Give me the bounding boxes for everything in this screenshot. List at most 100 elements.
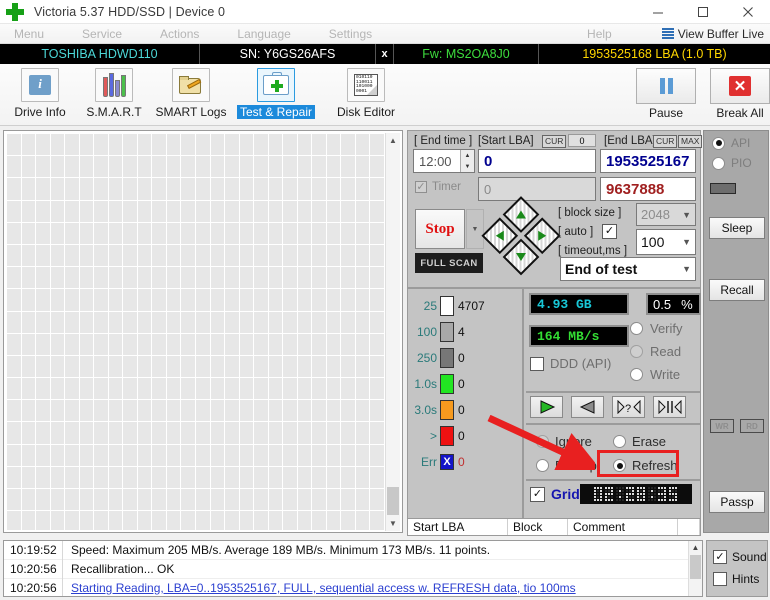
menu-item-menu[interactable]: Menu (6, 27, 52, 41)
end-lba-max-tag[interactable]: MAX (678, 135, 703, 148)
auto-checkbox[interactable] (602, 224, 617, 239)
map-cell (239, 333, 254, 355)
wr-button[interactable]: WR (710, 419, 734, 433)
ddd-api-row[interactable]: DDD (API) (530, 356, 611, 371)
scroll-down-icon[interactable]: ▼ (386, 516, 400, 531)
log-scrollbar[interactable]: ▲ (688, 541, 702, 596)
surface-map-grid[interactable] (7, 134, 384, 530)
column-start-lba[interactable]: Start LBA (408, 519, 508, 535)
tab-test-and-repair[interactable]: Test & Repair (236, 68, 316, 124)
tab-test-and-repair-label: Test & Repair (236, 105, 316, 119)
sound-checkbox[interactable] (713, 550, 727, 564)
column-block[interactable]: Block (508, 519, 568, 535)
end-time-up-icon[interactable]: ▲ (461, 150, 474, 161)
recall-button[interactable]: Recall (709, 279, 765, 301)
close-icon[interactable] (725, 0, 770, 24)
recall-button-label: Recall (720, 283, 754, 297)
map-cell (79, 311, 94, 333)
action-erase-radio[interactable] (613, 435, 626, 448)
action-remap-row[interactable]: Remap (536, 458, 597, 473)
menu-item-settings[interactable]: Settings (321, 27, 380, 41)
tab-disk-editor[interactable]: 010110 110011 101000 0001 Disk Editor (330, 68, 402, 124)
rd-button[interactable]: RD (740, 419, 764, 433)
mode-read-row[interactable]: Read (630, 344, 681, 359)
maximize-icon[interactable] (680, 0, 725, 24)
pause-button[interactable]: Pause (630, 68, 702, 124)
tab-smart-logs[interactable]: SMART Logs (155, 68, 227, 124)
view-buffer-live-button[interactable]: View Buffer Live (661, 27, 770, 41)
random-scan-button[interactable]: ? (612, 396, 645, 418)
api-radio-row[interactable]: API (712, 136, 750, 150)
sound-checkbox-row[interactable]: Sound (713, 546, 767, 568)
start-lba-cur-tag[interactable]: CUR (542, 135, 567, 148)
column-comment[interactable]: Comment (568, 519, 678, 535)
mode-read-radio[interactable] (630, 345, 643, 358)
play-forward-button[interactable] (530, 396, 563, 418)
action-erase-row[interactable]: Erase (613, 434, 666, 449)
action-ignore-radio[interactable] (536, 435, 549, 448)
sleep-button[interactable]: Sleep (709, 217, 765, 239)
mode-verify-row[interactable]: Verify (630, 321, 683, 336)
butterfly-scan-button[interactable] (653, 396, 686, 418)
grid-checkbox[interactable] (530, 486, 545, 502)
mode-verify-radio[interactable] (630, 322, 643, 335)
timer-checkbox[interactable] (415, 181, 427, 193)
scrollbar-thumb[interactable] (387, 487, 399, 515)
end-time-value[interactable]: 12:00 (414, 154, 460, 169)
log-row[interactable]: 10:19:52 Speed: Maximum 205 MB/s. Average… (4, 541, 702, 560)
hints-checkbox[interactable] (713, 572, 727, 586)
log-message[interactable]: Starting Reading, LBA=0..1953525167, FUL… (63, 581, 576, 595)
map-cell (341, 200, 355, 222)
log-scroll-up-icon[interactable]: ▲ (689, 541, 702, 554)
timer-checkbox-row[interactable]: Timer (415, 181, 461, 193)
menu-item-actions[interactable]: Actions (152, 27, 207, 41)
menu-item-language[interactable]: Language (229, 27, 298, 41)
stop-button[interactable]: Stop (415, 209, 465, 249)
action-ignore-row[interactable]: Ignore (536, 434, 592, 449)
surface-map-scrollbar[interactable]: ▲ ▼ (385, 133, 400, 531)
end-lba-second-input[interactable]: 9637888 (600, 177, 696, 201)
end-lba-cur-tag[interactable]: CUR (653, 135, 678, 148)
ddd-api-checkbox[interactable] (530, 356, 544, 371)
play-backward-button[interactable] (571, 396, 604, 418)
column-blank[interactable] (678, 519, 700, 535)
map-cell (210, 267, 225, 289)
map-cell (137, 200, 152, 222)
timeout-select[interactable]: 100 ▼ (636, 229, 696, 255)
tab-smart[interactable]: S.M.A.R.T (78, 68, 150, 124)
pio-radio-row[interactable]: PIO (712, 156, 752, 170)
menu-item-help[interactable]: Help (579, 27, 620, 41)
end-time-stepper[interactable]: 12:00 ▲ ▼ (413, 149, 475, 173)
map-cell (181, 200, 195, 222)
pio-radio[interactable] (712, 156, 725, 170)
map-cell (65, 511, 79, 530)
grid-checkbox-row[interactable]: Grid (530, 486, 580, 502)
hints-checkbox-row[interactable]: Hints (713, 568, 767, 590)
minimize-icon[interactable] (635, 0, 680, 24)
log-row[interactable]: 10:20:56 Starting Reading, LBA=0..1953525… (4, 578, 702, 596)
log-scrollbar-thumb[interactable] (690, 555, 701, 579)
tab-drive-info[interactable]: Drive Info (4, 68, 76, 124)
api-radio[interactable] (712, 136, 725, 150)
clock-digit (647, 487, 656, 501)
menu-item-service[interactable]: Service (74, 27, 130, 41)
end-time-down-icon[interactable]: ▼ (461, 161, 474, 172)
action-refresh-radio[interactable] (613, 459, 626, 472)
action-refresh-row[interactable]: Refresh (613, 458, 678, 473)
passport-button[interactable]: Passp (709, 491, 765, 513)
mode-write-radio[interactable] (630, 368, 643, 381)
map-cell (152, 422, 166, 444)
end-lba-input[interactable]: 1953525167 (600, 149, 696, 173)
action-remap-radio[interactable] (536, 459, 549, 472)
end-of-test-select[interactable]: End of test ▼ (560, 257, 696, 281)
start-lba-input[interactable]: 0 (478, 149, 596, 173)
map-cell (370, 355, 384, 378)
mode-write-row[interactable]: Write (630, 367, 680, 382)
block-size-select[interactable]: 2048 ▼ (636, 203, 696, 226)
scroll-up-icon[interactable]: ▲ (386, 133, 400, 148)
log-row[interactable]: 10:20:56 Recallibration... OK (4, 559, 702, 579)
start-lba-second-input[interactable]: 0 (478, 177, 596, 201)
hints-label: Hints (732, 572, 760, 586)
break-all-button[interactable]: ✕ Break All (704, 68, 770, 124)
map-cell (166, 511, 181, 530)
